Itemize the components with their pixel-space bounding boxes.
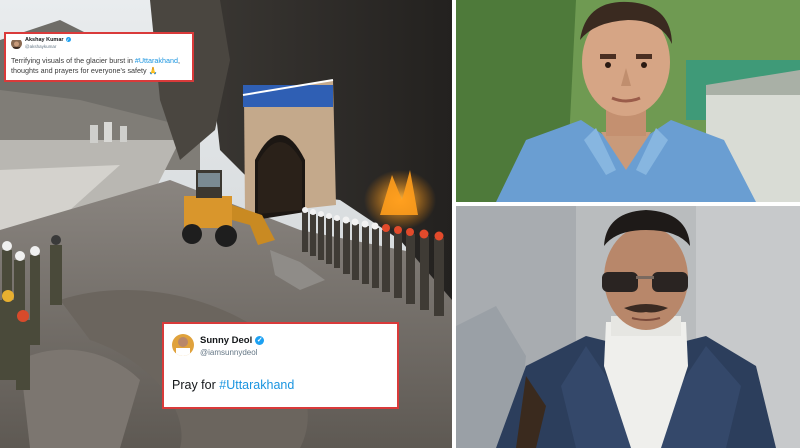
avatar[interactable]: [172, 334, 194, 356]
portrait-illustration-top: [456, 0, 800, 202]
tweet-author-name-text: Sunny Deol: [200, 335, 253, 346]
tweet-author-name-text: Akshay Kumar: [25, 37, 64, 43]
avatar-image: [11, 40, 22, 49]
tweet-card-akshay[interactable]: Akshay Kumar ✓ @akshaykumar Terrifying vi…: [4, 32, 194, 82]
portrait-photo-bottom: [456, 206, 800, 448]
tweet-card-sunny[interactable]: Sunny Deol ✓ @iamsunnydeol Pray for #Utta…: [162, 322, 399, 409]
avatar-image: [172, 334, 194, 356]
hashtag-link[interactable]: #Uttarakhand: [219, 378, 294, 392]
verified-badge-icon: ✓: [65, 37, 71, 43]
tweet-text: Terrifying visuals of the glacier burst …: [11, 56, 189, 76]
tweet-text-before: Terrifying visuals of the glacier burst …: [11, 56, 135, 65]
tweet-author-handle[interactable]: @akshaykumar: [25, 44, 56, 49]
verified-badge-icon: ✓: [255, 335, 265, 345]
hashtag-link[interactable]: #Uttarakhand: [135, 56, 178, 65]
tweet-author-name[interactable]: Akshay Kumar ✓: [25, 37, 71, 43]
portrait-photo-top: [456, 0, 800, 202]
portrait-illustration-bottom: [456, 206, 800, 448]
tweet-text: Pray for #Uttarakhand: [172, 378, 294, 392]
tweet-text-before: Pray for: [172, 378, 220, 392]
tweet-author-name[interactable]: Sunny Deol ✓: [200, 335, 265, 346]
avatar[interactable]: [11, 38, 22, 49]
tweet-author-handle[interactable]: @iamsunnydeol: [200, 348, 257, 357]
